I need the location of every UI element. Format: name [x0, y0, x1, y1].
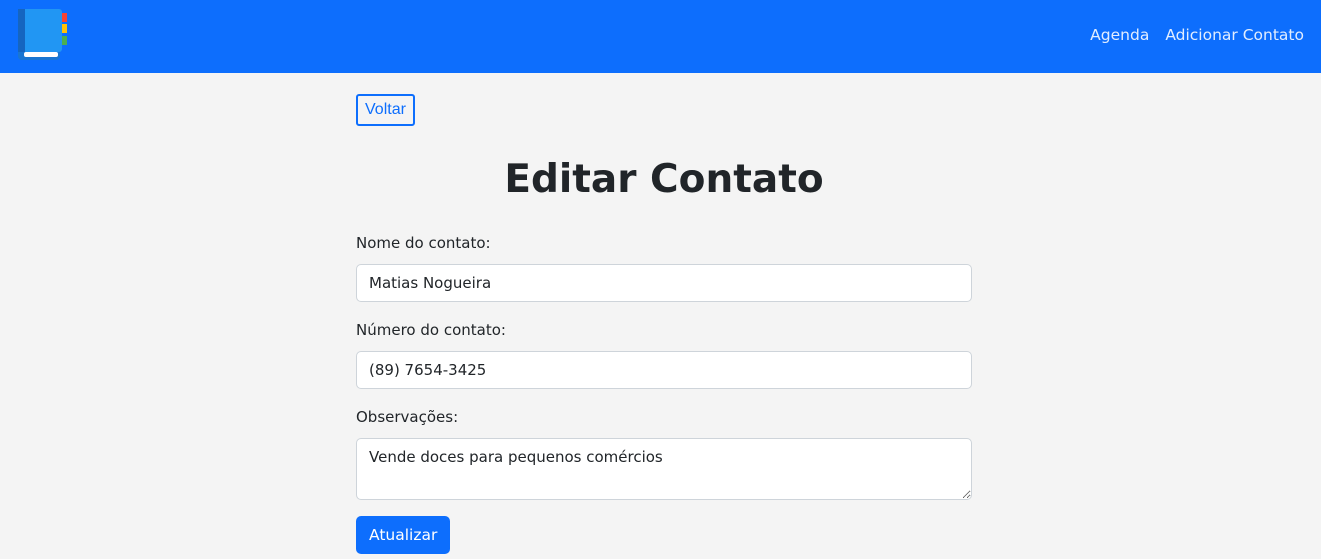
nav-link-agenda[interactable]: Agenda: [1090, 26, 1149, 44]
nav-link-add-contact[interactable]: Adicionar Contato: [1165, 26, 1304, 44]
edit-contact-form: Nome do contato: Número do contato: Obse…: [356, 233, 972, 554]
update-button[interactable]: Atualizar: [356, 516, 451, 554]
contact-number-input[interactable]: [356, 351, 972, 389]
contact-notes-label: Observações:: [356, 408, 459, 426]
contact-name-input[interactable]: [356, 264, 972, 302]
top-navbar: Agenda Adicionar Contato: [0, 0, 1321, 73]
contact-number-label: Número do contato:: [356, 321, 506, 339]
back-button[interactable]: Voltar: [356, 94, 415, 126]
contact-notes-textarea[interactable]: Vende doces para pequenos comércios: [356, 438, 972, 500]
nav-links: Agenda Adicionar Contato: [1090, 0, 1304, 70]
address-book-icon[interactable]: [16, 8, 68, 62]
page-title: Editar Contato: [504, 157, 824, 202]
main-content: Voltar Editar Contato Nome do contato: N…: [356, 94, 972, 554]
contact-name-label: Nome do contato:: [356, 234, 491, 252]
